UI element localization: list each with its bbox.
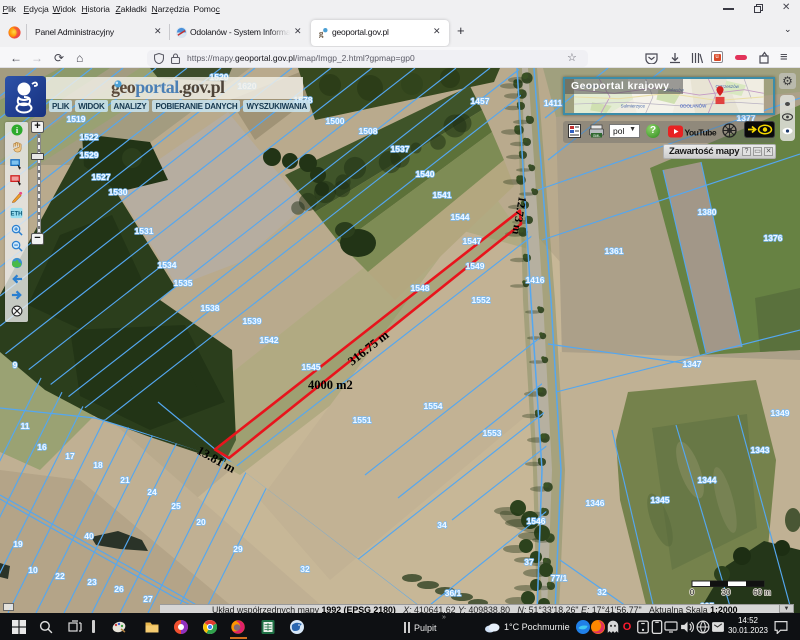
svg-text:1519: 1519 (67, 114, 86, 124)
svg-text:4000 m2: 4000 m2 (308, 378, 353, 392)
svg-text:10: 10 (28, 565, 38, 575)
svg-text:1537: 1537 (391, 144, 410, 154)
svg-text:11: 11 (21, 421, 30, 431)
svg-text:ETH: ETH (11, 211, 23, 217)
svg-text:1529: 1529 (80, 150, 99, 160)
svg-text:1344: 1344 (698, 475, 717, 485)
svg-text:1540: 1540 (416, 169, 435, 179)
svg-text:1544: 1544 (451, 212, 470, 222)
svg-text:30: 30 (722, 588, 731, 597)
svg-text:1548: 1548 (411, 283, 430, 293)
svg-text:1549: 1549 (466, 261, 485, 271)
svg-text:1346: 1346 (586, 498, 605, 508)
svg-text:1546: 1546 (527, 516, 546, 526)
svg-text:37: 37 (524, 557, 534, 567)
svg-text:40: 40 (84, 531, 94, 541)
svg-text:34: 34 (437, 520, 447, 530)
svg-text:22: 22 (55, 571, 65, 581)
svg-text:25: 25 (171, 501, 181, 511)
svg-text:1522: 1522 (80, 132, 99, 142)
svg-text:21: 21 (120, 475, 130, 485)
svg-text:GML: GML (593, 134, 601, 138)
svg-text:27: 27 (143, 594, 153, 604)
svg-text:17: 17 (65, 451, 75, 461)
svg-text:1380: 1380 (698, 207, 717, 217)
svg-text:1347: 1347 (683, 359, 702, 369)
svg-text:1553: 1553 (483, 428, 502, 438)
svg-text:1534: 1534 (158, 260, 177, 270)
svg-text:20: 20 (196, 517, 206, 527)
svg-text:60 m: 60 m (753, 588, 771, 597)
svg-text:Sulmierzyce: Sulmierzyce (621, 104, 646, 109)
svg-text:1551: 1551 (353, 415, 372, 425)
svg-text:1552: 1552 (472, 295, 491, 305)
svg-text:18: 18 (93, 460, 103, 470)
svg-text:24: 24 (147, 487, 157, 497)
svg-text:1545: 1545 (302, 362, 321, 372)
svg-text:77/1: 77/1 (551, 573, 568, 583)
svg-text:YouTube: YouTube (685, 128, 717, 138)
svg-text:9: 9 (13, 360, 18, 370)
svg-text:1535: 1535 (174, 278, 193, 288)
svg-text:29: 29 (233, 544, 243, 554)
svg-text:1508: 1508 (359, 126, 378, 136)
svg-text:1531: 1531 (135, 226, 154, 236)
svg-text:1416: 1416 (526, 275, 545, 285)
svg-text:1554: 1554 (424, 401, 443, 411)
svg-text:1539: 1539 (243, 316, 262, 326)
svg-text:36/1: 36/1 (445, 588, 462, 598)
svg-text:32: 32 (300, 564, 310, 574)
svg-text:1343: 1343 (751, 445, 770, 455)
svg-text:1541: 1541 (433, 190, 452, 200)
svg-text:19: 19 (13, 539, 23, 549)
svg-text:ODOLANÓW: ODOLANÓW (680, 103, 707, 109)
svg-text:1349: 1349 (771, 408, 790, 418)
svg-text:32: 32 (597, 587, 607, 597)
svg-text:26: 26 (114, 584, 124, 594)
svg-text:0: 0 (690, 588, 695, 597)
svg-text:1345: 1345 (651, 495, 670, 505)
svg-text:1376: 1376 (764, 233, 783, 243)
svg-text:1527: 1527 (92, 172, 111, 182)
svg-text:16: 16 (37, 442, 47, 452)
svg-text:1411: 1411 (544, 98, 563, 108)
svg-text:1530: 1530 (109, 187, 128, 197)
svg-text:1538: 1538 (201, 303, 220, 313)
svg-text:1547: 1547 (463, 236, 482, 246)
svg-text:23: 23 (87, 577, 97, 587)
svg-text:1542: 1542 (260, 335, 279, 345)
svg-text:1361: 1361 (605, 246, 624, 256)
svg-text:1500: 1500 (326, 116, 345, 126)
svg-text:1457: 1457 (471, 96, 490, 106)
